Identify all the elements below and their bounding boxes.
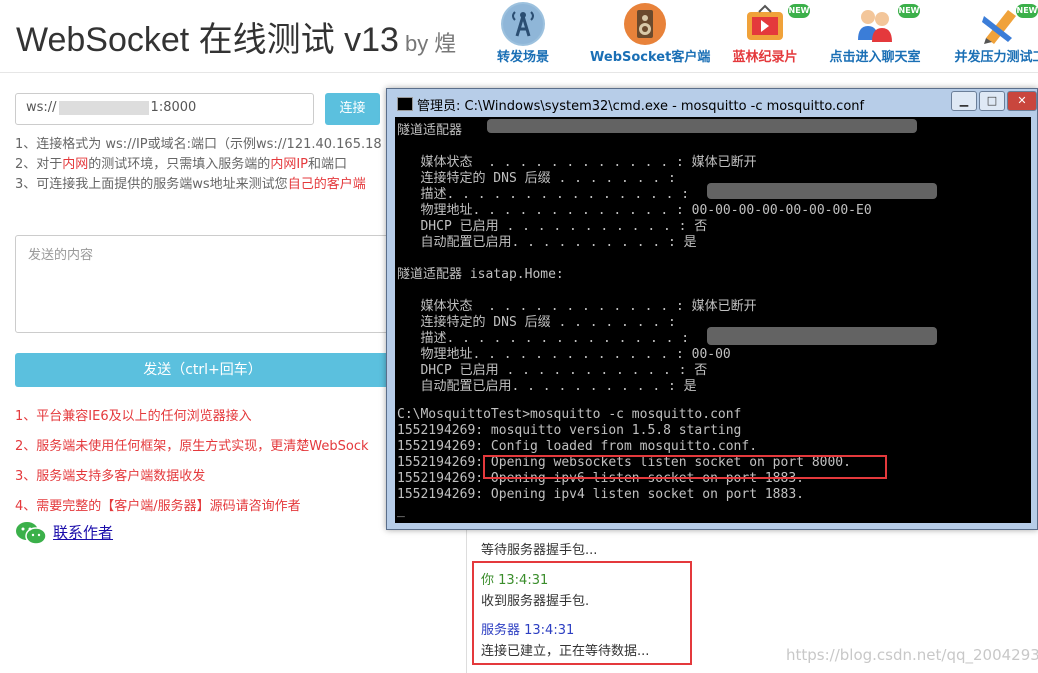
close-button[interactable]: ✕ [1007, 91, 1037, 111]
console-line: 1552194269: mosquitto version 1.5.8 star… [397, 423, 742, 438]
redacted-text [487, 119, 917, 133]
cmd-icon [397, 97, 413, 111]
console-line: C:\MosquittoTest>mosquitto -c mosquitto.… [397, 407, 742, 422]
cmd-window[interactable]: 管理员: C:\Windows\system32\cmd.exe - mosqu… [386, 88, 1038, 530]
new-badge: NEW [1016, 4, 1038, 18]
note-line: 4、需要完整的【客户端/服务器】源码请咨询作者 [15, 499, 301, 514]
console-line: 媒体状态 . . . . . . . . . . . . : 媒体已断开 [397, 155, 757, 170]
console-line: 隧道适配器 [397, 123, 463, 138]
new-badge: NEW [788, 4, 810, 18]
console-line: 1552194269: Opening ipv4 listen socket o… [397, 487, 804, 502]
antenna-icon [501, 2, 545, 46]
nav-label: 点击进入聊天室 [829, 50, 921, 65]
redacted-ip [58, 100, 149, 115]
page-title: WebSocket 在线测试 v13 by 煌 [16, 21, 457, 59]
redacted-text [707, 183, 937, 199]
ws-url-input[interactable]: ws:// 1:8000 [15, 93, 314, 125]
url-prefix: ws:// [26, 100, 57, 115]
feature-notes: 1、平台兼容IE6及以上的任何浏览器接入 2、服务端未使用任何框架，原生方式实现… [15, 402, 390, 522]
chat-users-icon [853, 2, 897, 46]
nav-label: WebSocket客户端 [590, 50, 711, 65]
minimize-button[interactable]: ▁ [951, 91, 977, 111]
cmd-titlebar[interactable]: 管理员: C:\Windows\system32\cmd.exe - mosqu… [387, 89, 1037, 117]
connect-button[interactable]: 连接 [325, 93, 380, 125]
nav-item-forward[interactable]: 转发场景 [468, 0, 578, 72]
note-line: 1、平台兼容IE6及以上的任何浏览器接入 [15, 409, 252, 424]
console-line: _ [397, 503, 405, 518]
send-button[interactable]: 发送（ctrl+回车） [15, 353, 390, 387]
cmd-console[interactable]: _ 1552194269: Opening ipv4 listen socket … [395, 117, 1031, 523]
nav-item-stress-test[interactable]: NEW 并发压力测试工 [940, 0, 1038, 72]
message-header-server: 服务器 13:4:31 [481, 623, 575, 638]
page-header: WebSocket 在线测试 v13 by 煌 转发场景 WebSocket客户端… [0, 0, 1038, 73]
highlight-box [483, 455, 887, 479]
url-suffix: 1:8000 [150, 100, 197, 115]
message-body-client: 收到服务器握手包. [481, 594, 590, 609]
nav-item-documentary[interactable]: NEW 蓝林纪录片 [710, 0, 820, 72]
nav-label: 蓝林纪录片 [732, 50, 798, 65]
author-byline: by 煌 [404, 31, 457, 56]
tv-icon [743, 2, 787, 46]
nav-icons: 转发场景 WebSocket客户端 NEW 蓝林纪录片 NEW 点击进入聊天室 [490, 0, 1038, 72]
speaker-icon [623, 2, 667, 46]
note-line: 3、服务端支持多客户端数据收发 [15, 469, 206, 484]
redacted-text [707, 327, 937, 345]
console-line: 媒体状态 . . . . . . . . . . . . : 媒体已断开 [397, 299, 757, 314]
tip-line: 1、连接格式为 ws://IP或域名:端口（示例ws://121.40.165.… [15, 137, 382, 152]
wechat-icon [15, 521, 47, 545]
tip-line: 3、可连接我上面提供的服务端ws地址来测试您自己的客户端 [15, 177, 366, 192]
console-line: 隧道适配器 isatap.Home: [397, 267, 564, 282]
contact-author[interactable]: 联系作者 [15, 521, 113, 545]
nav-label: 转发场景 [496, 50, 549, 65]
nav-item-chatroom[interactable]: NEW 点击进入聊天室 [820, 0, 930, 72]
send-content-textarea[interactable]: 发送的内容 [15, 235, 390, 333]
nav-label: 并发压力测试工 [954, 50, 1038, 65]
cmd-title: 管理员: C:\Windows\system32\cmd.exe - mosqu… [417, 99, 865, 114]
note-line: 2、服务端未使用任何框架，原生方式实现，更清楚WebSock [15, 439, 369, 454]
message-header-client: 你 13:4:31 [481, 573, 549, 588]
usage-tips: 1、连接格式为 ws://IP或域名:端口（示例ws://121.40.165.… [15, 135, 385, 195]
new-badge: NEW [898, 4, 920, 18]
watermark: https://blog.csdn.net/qq_20042935 [786, 646, 1038, 664]
message-body-server: 连接已建立，正在等待数据... [481, 644, 650, 659]
message-waiting: 等待服务器握手包... [481, 543, 598, 558]
contact-author-link[interactable]: 联系作者 [53, 524, 113, 542]
maximize-button[interactable]: □ [979, 91, 1005, 111]
nav-item-client[interactable]: WebSocket客户端 [590, 0, 711, 72]
console-line: 1552194269: Config loaded from mosquitto… [397, 439, 758, 454]
tip-line: 2、对于内网的测试环境，只需填入服务端的内网IP和端口 [15, 157, 348, 172]
